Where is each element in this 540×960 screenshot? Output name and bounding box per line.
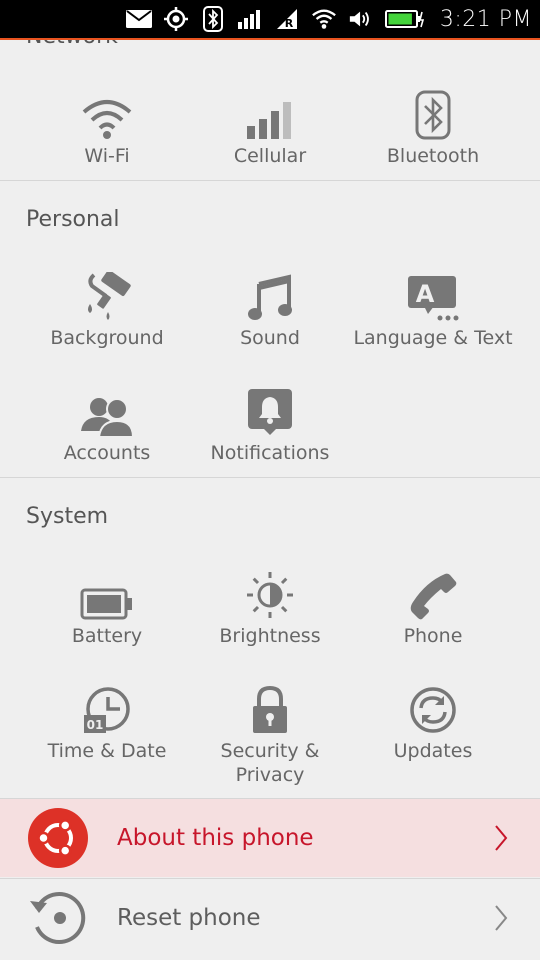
tile-language-text[interactable]: A Language & Text — [343, 270, 523, 350]
tile-accounts[interactable]: Accounts — [17, 385, 197, 465]
tile-label: Accounts — [63, 442, 151, 464]
tile-label: Battery — [71, 625, 143, 647]
tile-background[interactable]: Background — [17, 270, 197, 350]
reset-phone-label: Reset phone — [117, 905, 261, 931]
volume-icon — [348, 7, 374, 31]
music-note-icon — [247, 270, 293, 322]
tile-wifi[interactable]: Wi-Fi — [17, 88, 197, 168]
cellular-signal-icon — [245, 88, 295, 140]
section-title-personal: Personal — [26, 207, 120, 232]
tile-label: Brightness — [219, 625, 321, 647]
divider — [0, 477, 540, 478]
divider — [0, 180, 540, 181]
svg-text:A: A — [416, 280, 435, 308]
wifi-icon — [311, 7, 337, 31]
reset-icon — [27, 887, 89, 949]
tile-label: Background — [50, 327, 164, 349]
svg-text:R: R — [285, 17, 294, 30]
tile-brightness[interactable]: Brightness — [180, 568, 360, 648]
clock-time: 3:21 PM — [439, 6, 532, 32]
tile-label: Wi-Fi — [84, 145, 130, 167]
about-this-phone-row[interactable]: About this phone — [0, 798, 540, 877]
lock-icon — [250, 683, 290, 735]
phone-icon — [408, 568, 458, 620]
chevron-right-icon — [486, 823, 516, 853]
section-title-network: Network — [26, 40, 118, 49]
accounts-icon — [79, 385, 135, 437]
tile-label: Notifications — [210, 442, 330, 464]
clock-icon: 01 — [82, 683, 132, 735]
tile-updates[interactable]: Updates — [343, 683, 523, 763]
svg-text:01: 01 — [87, 718, 104, 732]
battery-icon — [384, 7, 425, 31]
tile-label: Bluetooth — [386, 145, 480, 167]
tile-phone[interactable]: Phone — [343, 568, 523, 648]
tile-label: Phone — [403, 625, 463, 647]
roaming-icon: R — [274, 7, 300, 31]
chevron-right-icon — [486, 903, 516, 933]
bluetooth-icon — [415, 88, 451, 140]
mail-icon — [125, 7, 152, 31]
tile-notifications[interactable]: Notifications — [180, 385, 360, 465]
bluetooth-icon — [200, 6, 226, 32]
settings-content[interactable]: Network Wi-Fi Cellular Bluetooth Persona… — [0, 40, 540, 960]
tile-label: Cellular — [233, 145, 307, 167]
tile-bluetooth[interactable]: Bluetooth — [343, 88, 523, 168]
brightness-icon — [245, 568, 295, 620]
tile-label: Language & Text — [353, 327, 513, 349]
tile-time-date[interactable]: 01 Time & Date — [17, 683, 197, 763]
wifi-icon — [81, 88, 133, 140]
tile-label: Sound — [240, 327, 300, 349]
about-this-phone-label: About this phone — [117, 825, 314, 851]
tile-sound[interactable]: Sound — [180, 270, 360, 350]
updates-icon — [408, 683, 458, 735]
signal-icon — [237, 7, 263, 31]
status-bar: R 3:21 PM — [0, 0, 540, 40]
notification-bell-icon — [246, 385, 294, 437]
tile-cellular[interactable]: Cellular — [180, 88, 360, 168]
tile-security-privacy[interactable]: Security & Privacy — [180, 683, 360, 787]
language-text-icon: A — [406, 270, 460, 322]
tile-battery[interactable]: Battery — [17, 568, 197, 648]
section-title-system: System — [26, 504, 109, 529]
tile-label: Updates — [393, 740, 473, 762]
reset-phone-row[interactable]: Reset phone — [0, 878, 540, 957]
tile-label: Security & Privacy — [220, 740, 320, 786]
ubuntu-logo-icon — [27, 807, 89, 869]
tile-label: Time & Date — [47, 740, 167, 762]
battery-icon — [80, 568, 134, 620]
paint-roller-icon — [80, 270, 134, 322]
location-icon — [163, 7, 189, 31]
